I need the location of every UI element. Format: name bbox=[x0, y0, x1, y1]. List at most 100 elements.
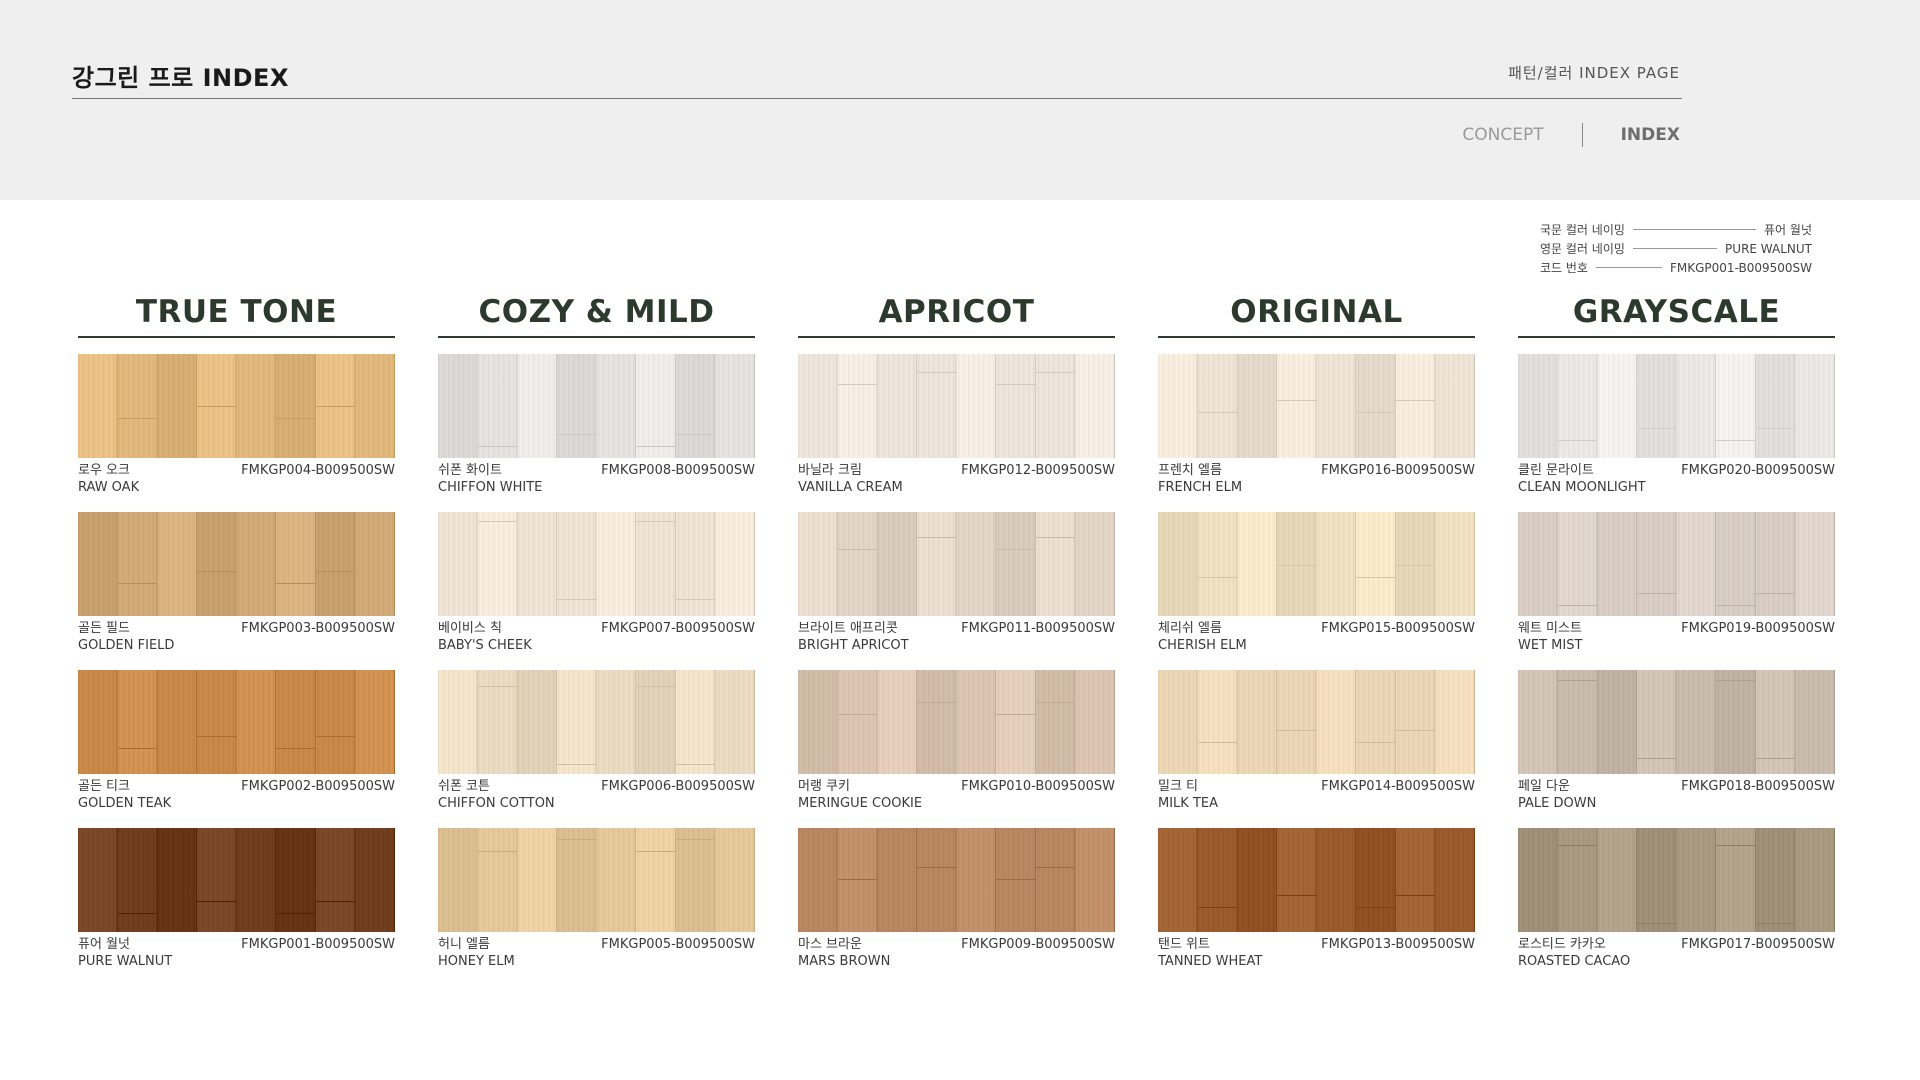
product-code: FMKGP007-B009500SW bbox=[601, 621, 755, 636]
product-code: FMKGP006-B009500SW bbox=[601, 779, 755, 794]
product-code: FMKGP002-B009500SW bbox=[241, 779, 395, 794]
wood-swatch-image[interactable] bbox=[798, 670, 1115, 774]
product-code: FMKGP017-B009500SW bbox=[1681, 937, 1835, 952]
korean-color-name: 웨트 미스트 bbox=[1518, 621, 1582, 636]
nav-concept-link[interactable]: CONCEPT bbox=[1462, 125, 1543, 145]
swatch-card[interactable]: 로스티드 카카오 ROASTED CACAO FMKGP017-B009500SW bbox=[1518, 828, 1835, 970]
plank-joint bbox=[1716, 845, 1756, 846]
swatch-card[interactable]: 탠드 위트 TANNED WHEAT FMKGP013-B009500SW bbox=[1158, 828, 1475, 970]
wood-swatch-image[interactable] bbox=[1518, 512, 1835, 616]
swatch-card[interactable]: 허니 엘름 HONEY ELM FMKGP005-B009500SW bbox=[438, 828, 755, 970]
wood-swatch-image[interactable] bbox=[798, 828, 1115, 932]
plank-joint bbox=[315, 736, 356, 737]
swatch-card[interactable]: 브라이트 애프리콧 BRIGHT APRICOT FMKGP011-B009500S… bbox=[798, 512, 1115, 654]
swatch-names: 허니 엘름 HONEY ELM bbox=[438, 936, 515, 970]
swatch-names: 골든 필드 GOLDEN FIELD bbox=[78, 620, 174, 654]
plank-joint bbox=[1636, 428, 1677, 429]
swatch-card[interactable]: 클린 문라이트 CLEAN MOONLIGHT FMKGP020-B009500SW bbox=[1518, 354, 1835, 496]
wood-swatch-image[interactable] bbox=[438, 828, 755, 932]
plank-joint bbox=[1276, 565, 1317, 566]
swatch-card[interactable]: 퓨어 월넛 PURE WALNUT FMKGP001-B009500SW bbox=[78, 828, 395, 970]
plank-joint bbox=[477, 686, 518, 687]
plank-joint bbox=[837, 384, 878, 385]
plank-joint bbox=[996, 714, 1036, 715]
swatch-names: 페일 다운 PALE DOWN bbox=[1518, 778, 1596, 812]
wood-swatch-image[interactable] bbox=[1518, 354, 1835, 458]
wood-swatch-image[interactable] bbox=[1518, 828, 1835, 932]
swatch-card[interactable]: 체리쉬 엘름 CHERISH ELM FMKGP015-B009500SW bbox=[1158, 512, 1475, 654]
swatch-names: 탠드 위트 TANNED WHEAT bbox=[1158, 936, 1262, 970]
column-title: APRICOT bbox=[798, 288, 1115, 338]
swatch-card[interactable]: 머랭 쿠키 MERINGUE COOKIE FMKGP010-B009500SW bbox=[798, 670, 1115, 812]
legend-leader-line bbox=[1632, 248, 1718, 249]
plank-joint bbox=[1395, 895, 1436, 896]
plank-joint bbox=[837, 714, 878, 715]
page-title: 강그린 프로 INDEX bbox=[72, 64, 289, 92]
swatch-card[interactable]: 골든 필드 GOLDEN FIELD FMKGP003-B009500SW bbox=[78, 512, 395, 654]
swatch-names: 웨트 미스트 WET MIST bbox=[1518, 620, 1582, 654]
plank-joint bbox=[1035, 867, 1076, 868]
color-index-grid: TRUE TONE 로우 오크 RAW OAK FMKGP004-B009500SW 골… bbox=[78, 288, 1835, 970]
swatch-card[interactable]: 웨트 미스트 WET MIST FMKGP019-B009500SW bbox=[1518, 512, 1835, 654]
korean-color-name: 머랭 쿠키 bbox=[798, 779, 850, 794]
wood-swatch-image[interactable] bbox=[798, 354, 1115, 458]
swatch-card[interactable]: 쉬폰 화이트 CHIFFON WHITE FMKGP008-B009500SW bbox=[438, 354, 755, 496]
korean-color-name: 탠드 위트 bbox=[1158, 937, 1210, 952]
wood-swatch-image[interactable] bbox=[438, 512, 755, 616]
swatch-caption: 쉬폰 코튼 CHIFFON COTTON FMKGP006-B009500SW bbox=[438, 778, 755, 812]
product-code: FMKGP014-B009500SW bbox=[1321, 779, 1475, 794]
swatch-card[interactable]: 골든 티크 GOLDEN TEAK FMKGP002-B009500SW bbox=[78, 670, 395, 812]
plank-joint bbox=[1356, 412, 1396, 413]
swatch-card[interactable]: 바닐라 크림 VANILLA CREAM FMKGP012-B009500SW bbox=[798, 354, 1115, 496]
plank-joint bbox=[1395, 565, 1436, 566]
header-band: 강그린 프로 INDEX 패턴/컬러 INDEX PAGE CONCEPT IN… bbox=[0, 0, 1920, 200]
swatch-card[interactable]: 쉬폰 코튼 CHIFFON COTTON FMKGP006-B009500SW bbox=[438, 670, 755, 812]
korean-color-name: 베이비스 칙 bbox=[438, 621, 502, 636]
plank-joint bbox=[636, 851, 676, 852]
plank-joint bbox=[1356, 742, 1396, 743]
swatch-card[interactable]: 페일 다운 PALE DOWN FMKGP018-B009500SW bbox=[1518, 670, 1835, 812]
wood-swatch-image[interactable] bbox=[1158, 670, 1475, 774]
korean-color-name: 골든 필드 bbox=[78, 621, 130, 636]
wood-swatch-image[interactable] bbox=[798, 512, 1115, 616]
korean-color-name: 마스 브라운 bbox=[798, 937, 862, 952]
swatch-card[interactable]: 마스 브라운 MARS BROWN FMKGP009-B009500SW bbox=[798, 828, 1115, 970]
plank-joint bbox=[196, 736, 237, 737]
swatch-names: 프렌치 엘름 FRENCH ELM bbox=[1158, 462, 1242, 496]
wood-swatch-image[interactable] bbox=[78, 354, 395, 458]
wood-swatch-image[interactable] bbox=[438, 670, 755, 774]
swatch-card[interactable]: 프렌치 엘름 FRENCH ELM FMKGP016-B009500SW bbox=[1158, 354, 1475, 496]
wood-swatch-image[interactable] bbox=[1158, 354, 1475, 458]
swatch-card[interactable]: 베이비스 칙 BABY'S CHEEK FMKGP007-B009500SW bbox=[438, 512, 755, 654]
swatch-names: 바닐라 크림 VANILLA CREAM bbox=[798, 462, 903, 496]
nav-index-link[interactable]: INDEX bbox=[1621, 125, 1680, 145]
wood-swatch-image[interactable] bbox=[78, 828, 395, 932]
plank-joint bbox=[117, 583, 158, 584]
legend-leader-line bbox=[1632, 229, 1757, 230]
plank-joint bbox=[675, 434, 716, 435]
page-label: 패턴/컬러 INDEX PAGE bbox=[1508, 64, 1680, 82]
plank-joint bbox=[477, 851, 518, 852]
wood-swatch-image[interactable] bbox=[438, 354, 755, 458]
plank-joint bbox=[636, 446, 676, 447]
plank-joint bbox=[636, 521, 676, 522]
plank-joint bbox=[556, 434, 597, 435]
swatch-caption: 베이비스 칙 BABY'S CHEEK FMKGP007-B009500SW bbox=[438, 620, 755, 654]
swatch-caption: 퓨어 월넛 PURE WALNUT FMKGP001-B009500SW bbox=[78, 936, 395, 970]
swatch-caption: 브라이트 애프리콧 BRIGHT APRICOT FMKGP011-B009500S… bbox=[798, 620, 1115, 654]
wood-swatch-image[interactable] bbox=[78, 670, 395, 774]
swatch-names: 로우 오크 RAW OAK bbox=[78, 462, 139, 496]
english-color-name: BRIGHT APRICOT bbox=[798, 638, 909, 653]
wood-swatch-image[interactable] bbox=[1158, 828, 1475, 932]
wood-swatch-image[interactable] bbox=[1518, 670, 1835, 774]
plank-joint bbox=[1755, 428, 1796, 429]
wood-swatch-image[interactable] bbox=[1158, 512, 1475, 616]
english-color-name: ROASTED CACAO bbox=[1518, 954, 1631, 969]
swatch-card[interactable]: 로우 오크 RAW OAK FMKGP004-B009500SW bbox=[78, 354, 395, 496]
swatch-names: 골든 티크 GOLDEN TEAK bbox=[78, 778, 171, 812]
swatch-names: 쉬폰 화이트 CHIFFON WHITE bbox=[438, 462, 542, 496]
wood-swatch-image[interactable] bbox=[78, 512, 395, 616]
product-code: FMKGP018-B009500SW bbox=[1681, 779, 1835, 794]
plank-joint bbox=[477, 521, 518, 522]
swatch-card[interactable]: 밀크 티 MILK TEA FMKGP014-B009500SW bbox=[1158, 670, 1475, 812]
